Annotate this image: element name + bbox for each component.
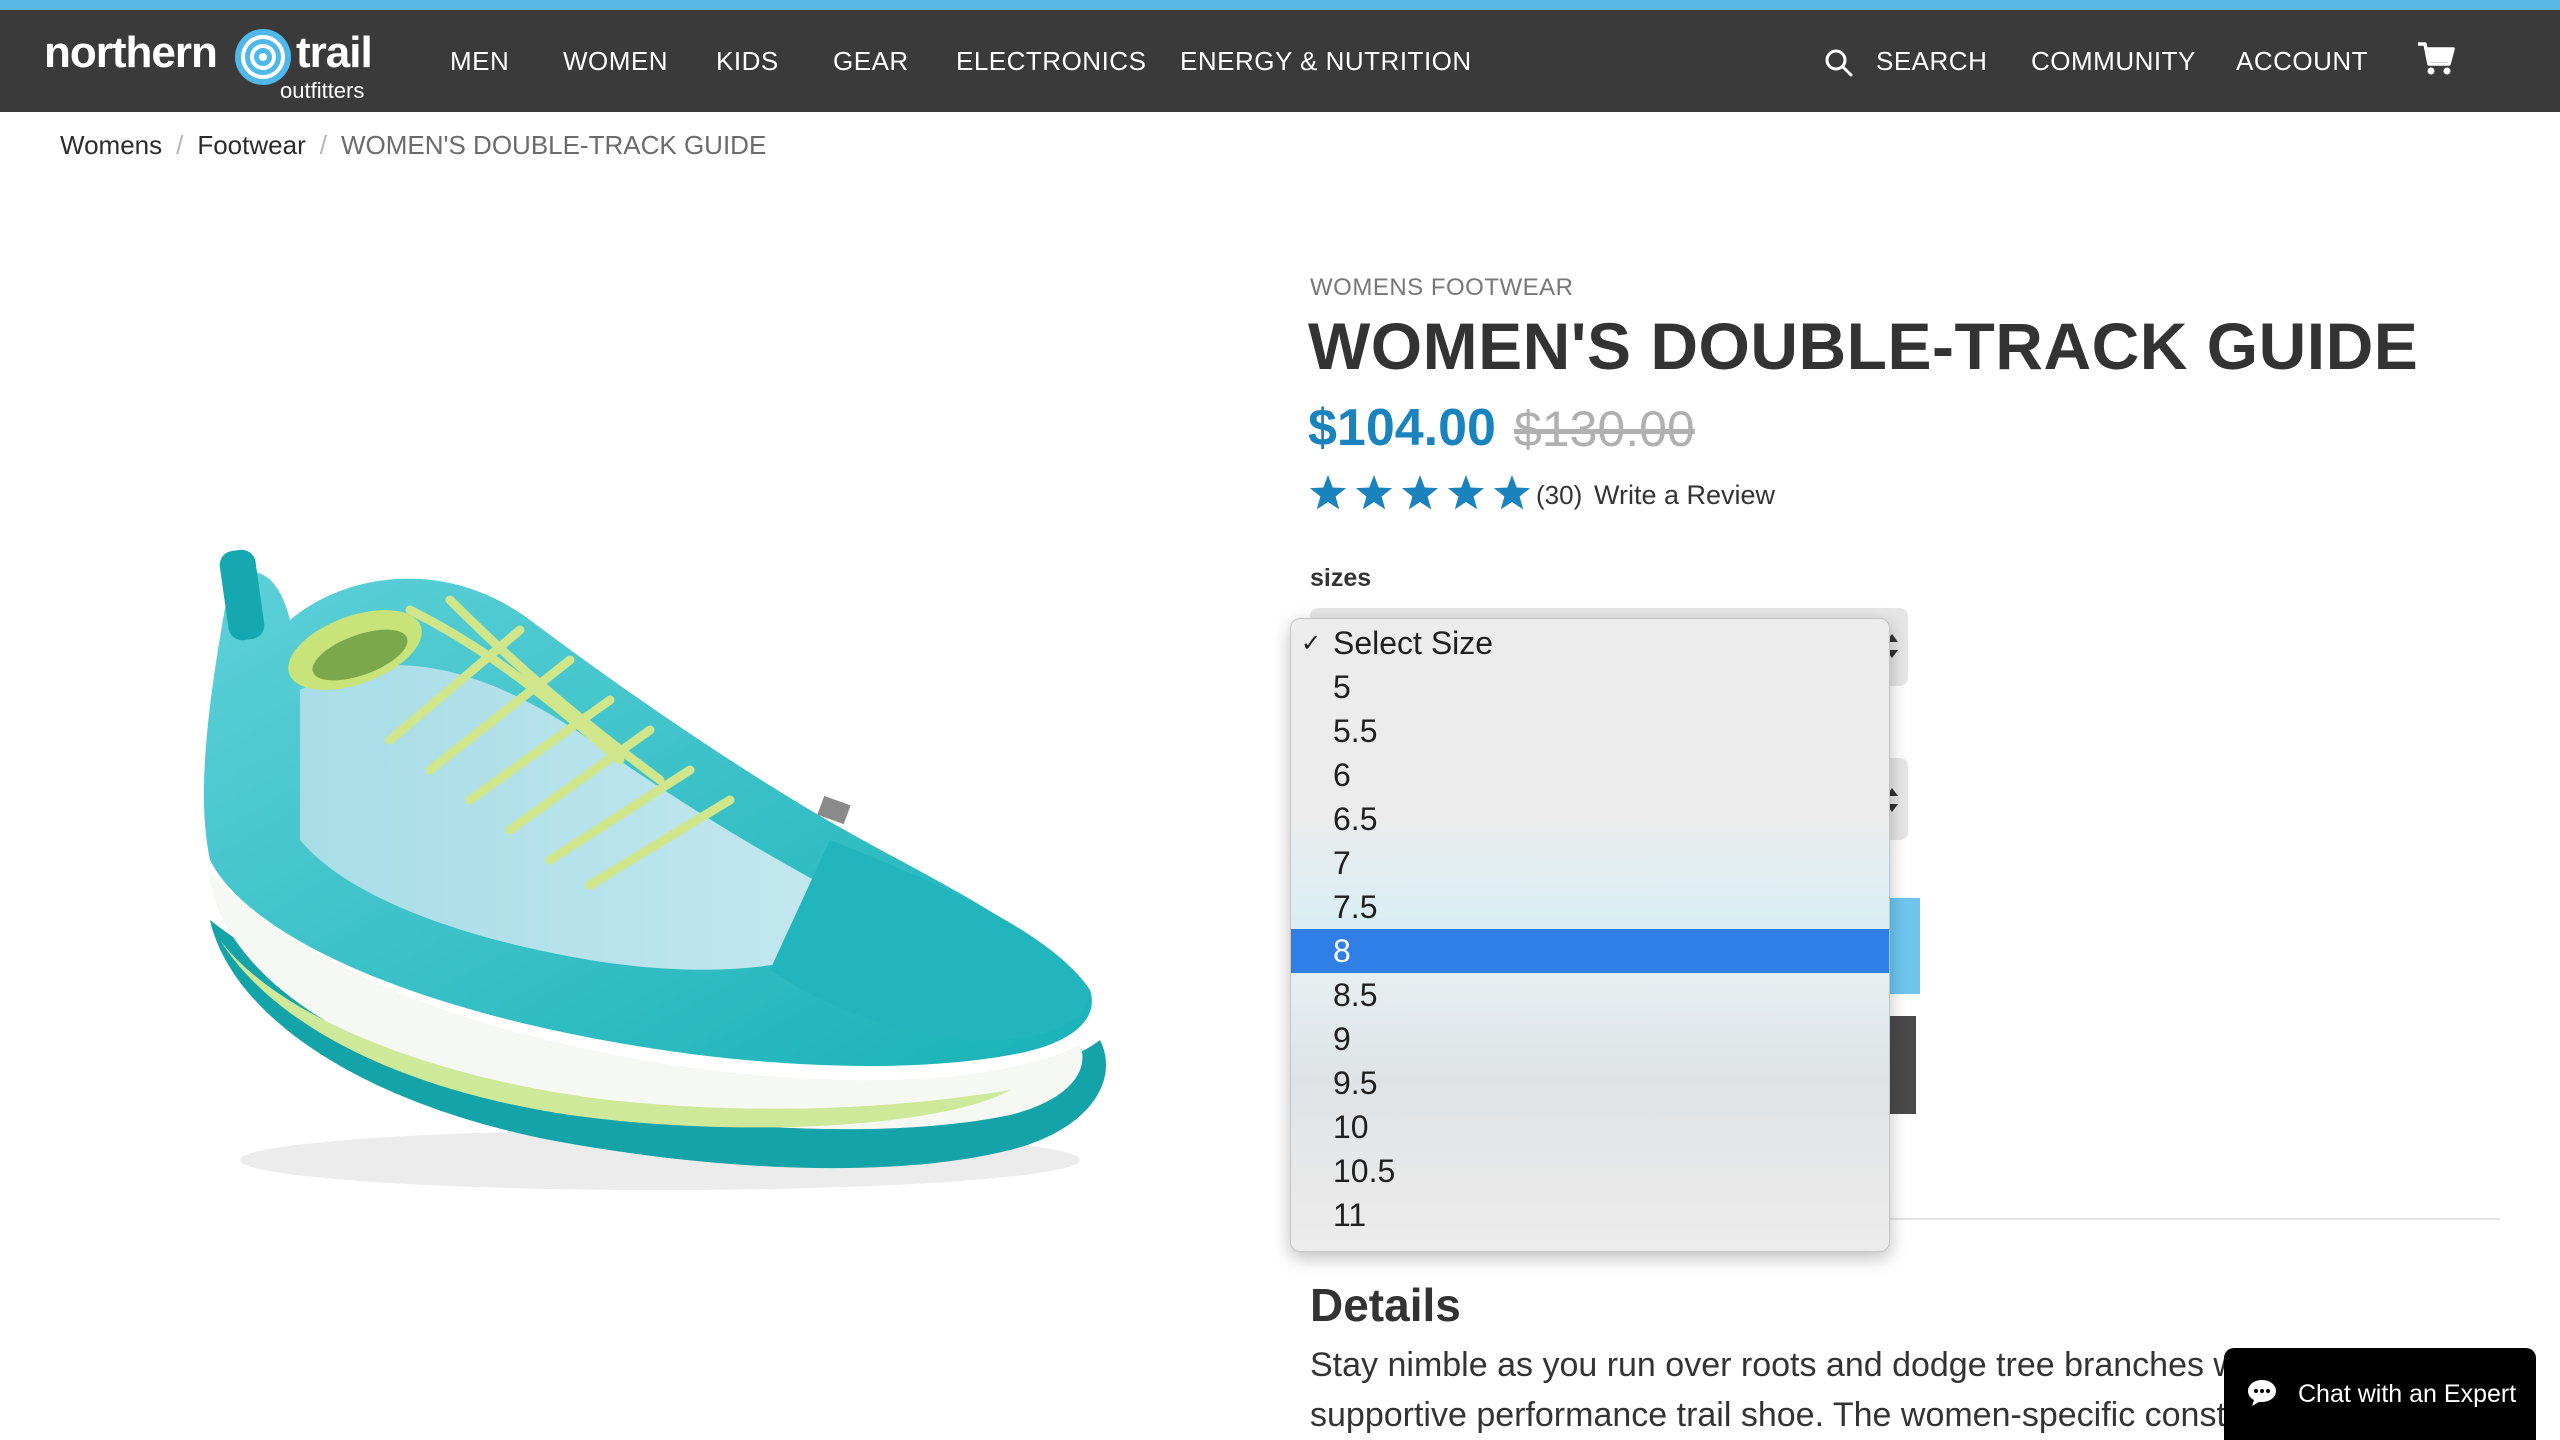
size-option[interactable]: 8.5 bbox=[1291, 973, 1889, 1017]
breadcrumb-current: WOMEN'S DOUBLE-TRACK GUIDE bbox=[340, 130, 767, 160]
breadcrumb-separator: / bbox=[319, 130, 327, 160]
size-option[interactable]: 5.5 bbox=[1291, 709, 1889, 753]
size-option-label: 9 bbox=[1333, 1021, 1351, 1057]
nav-community[interactable]: COMMUNITY bbox=[2031, 46, 2196, 77]
size-option[interactable]: 5 bbox=[1291, 665, 1889, 709]
size-option[interactable]: 7 bbox=[1291, 841, 1889, 885]
original-price: $130.00 bbox=[1514, 401, 1695, 457]
logo-subtitle: outfitters bbox=[280, 78, 365, 103]
size-option-label: 11 bbox=[1333, 1197, 1367, 1233]
nav-search[interactable]: SEARCH bbox=[1876, 46, 1987, 77]
breadcrumb: Womens / Footwear / WOMEN'S DOUBLE-TRACK GUI… bbox=[60, 130, 766, 161]
breadcrumb-footwear[interactable]: Footwear bbox=[197, 130, 305, 160]
cart-icon[interactable] bbox=[2416, 38, 2456, 78]
size-option-label: 5.5 bbox=[1333, 713, 1378, 749]
nav-men[interactable]: MEN bbox=[450, 46, 509, 77]
logo-word-northern: northern bbox=[44, 28, 218, 77]
size-option-label: 8.5 bbox=[1333, 977, 1378, 1013]
checkmark-icon: ✓ bbox=[1301, 630, 1322, 657]
product-title: WOMEN'S DOUBLE-TRACK GUIDE bbox=[1308, 309, 2419, 383]
star-icon bbox=[1493, 475, 1531, 510]
size-option-label: 8 bbox=[1333, 933, 1351, 969]
logo-word-trail: trail bbox=[296, 28, 373, 77]
nav-energy-nutrition[interactable]: ENERGY & NUTRITION bbox=[1180, 46, 1472, 77]
sizes-label: sizes bbox=[1310, 564, 1372, 592]
star-icon bbox=[1401, 475, 1439, 510]
star-icon bbox=[1355, 475, 1393, 510]
chat-label: Chat with an Expert bbox=[2298, 1380, 2517, 1408]
rating-stars bbox=[1309, 475, 1531, 510]
size-option-label: 6 bbox=[1333, 757, 1351, 793]
size-option-label: 9.5 bbox=[1333, 1065, 1378, 1101]
size-option-label: 7 bbox=[1333, 845, 1351, 881]
main-navbar: northern trail outfitters MEN WOMEN KIDS… bbox=[0, 10, 2560, 112]
top-accent-bar bbox=[0, 0, 2560, 10]
star-icon bbox=[1309, 475, 1347, 510]
search-icon[interactable] bbox=[1824, 48, 1854, 78]
product-category: WOMENS FOOTWEAR bbox=[1310, 274, 1574, 301]
sale-price: $104.00 bbox=[1308, 399, 1496, 457]
review-count: (30) bbox=[1536, 480, 1583, 510]
chat-bubble-icon bbox=[2248, 1380, 2276, 1406]
size-option[interactable]: ✓ Select Size bbox=[1291, 621, 1889, 665]
site-logo[interactable]: northern trail outfitters bbox=[44, 20, 384, 110]
size-option-label: 6.5 bbox=[1333, 801, 1378, 837]
size-option[interactable]: 9.5 bbox=[1291, 1061, 1889, 1105]
star-icon bbox=[1447, 475, 1485, 510]
nav-electronics[interactable]: ELECTRONICS bbox=[956, 46, 1146, 77]
write-review-link[interactable]: Write a Review bbox=[1594, 480, 1775, 511]
size-option[interactable]: 7.5 bbox=[1291, 885, 1889, 929]
nav-women[interactable]: WOMEN bbox=[563, 46, 668, 77]
size-option[interactable]: 11 bbox=[1291, 1193, 1889, 1237]
size-option-label: 5 bbox=[1333, 669, 1351, 705]
size-option-label: 10 bbox=[1333, 1109, 1369, 1145]
size-option[interactable]: 6 bbox=[1291, 753, 1889, 797]
size-option-label: 7.5 bbox=[1333, 889, 1378, 925]
chat-with-expert-button[interactable]: Chat with an Expert bbox=[2224, 1348, 2536, 1440]
size-option[interactable]: 8 bbox=[1291, 929, 1889, 973]
size-option[interactable]: 10.5 bbox=[1291, 1149, 1889, 1193]
nav-kids[interactable]: KIDS bbox=[716, 46, 779, 77]
breadcrumb-womens[interactable]: Womens bbox=[60, 130, 162, 160]
size-dropdown-menu[interactable]: ✓ Select Size 5 5.5 6 6.5 7 7.5 8 8.5 9 9.5 10 10.5 11 bbox=[1290, 618, 1890, 1252]
details-heading: Details bbox=[1310, 1279, 1461, 1331]
nav-gear[interactable]: GEAR bbox=[833, 46, 909, 77]
breadcrumb-separator: / bbox=[176, 130, 184, 160]
size-option-label: 10.5 bbox=[1333, 1153, 1396, 1189]
nav-account[interactable]: ACCOUNT bbox=[2236, 46, 2368, 77]
size-option[interactable]: 10 bbox=[1291, 1105, 1889, 1149]
size-option[interactable]: 6.5 bbox=[1291, 797, 1889, 841]
product-image bbox=[203, 549, 1106, 1190]
size-option-label: Select Size bbox=[1333, 625, 1494, 661]
size-option[interactable]: 9 bbox=[1291, 1017, 1889, 1061]
